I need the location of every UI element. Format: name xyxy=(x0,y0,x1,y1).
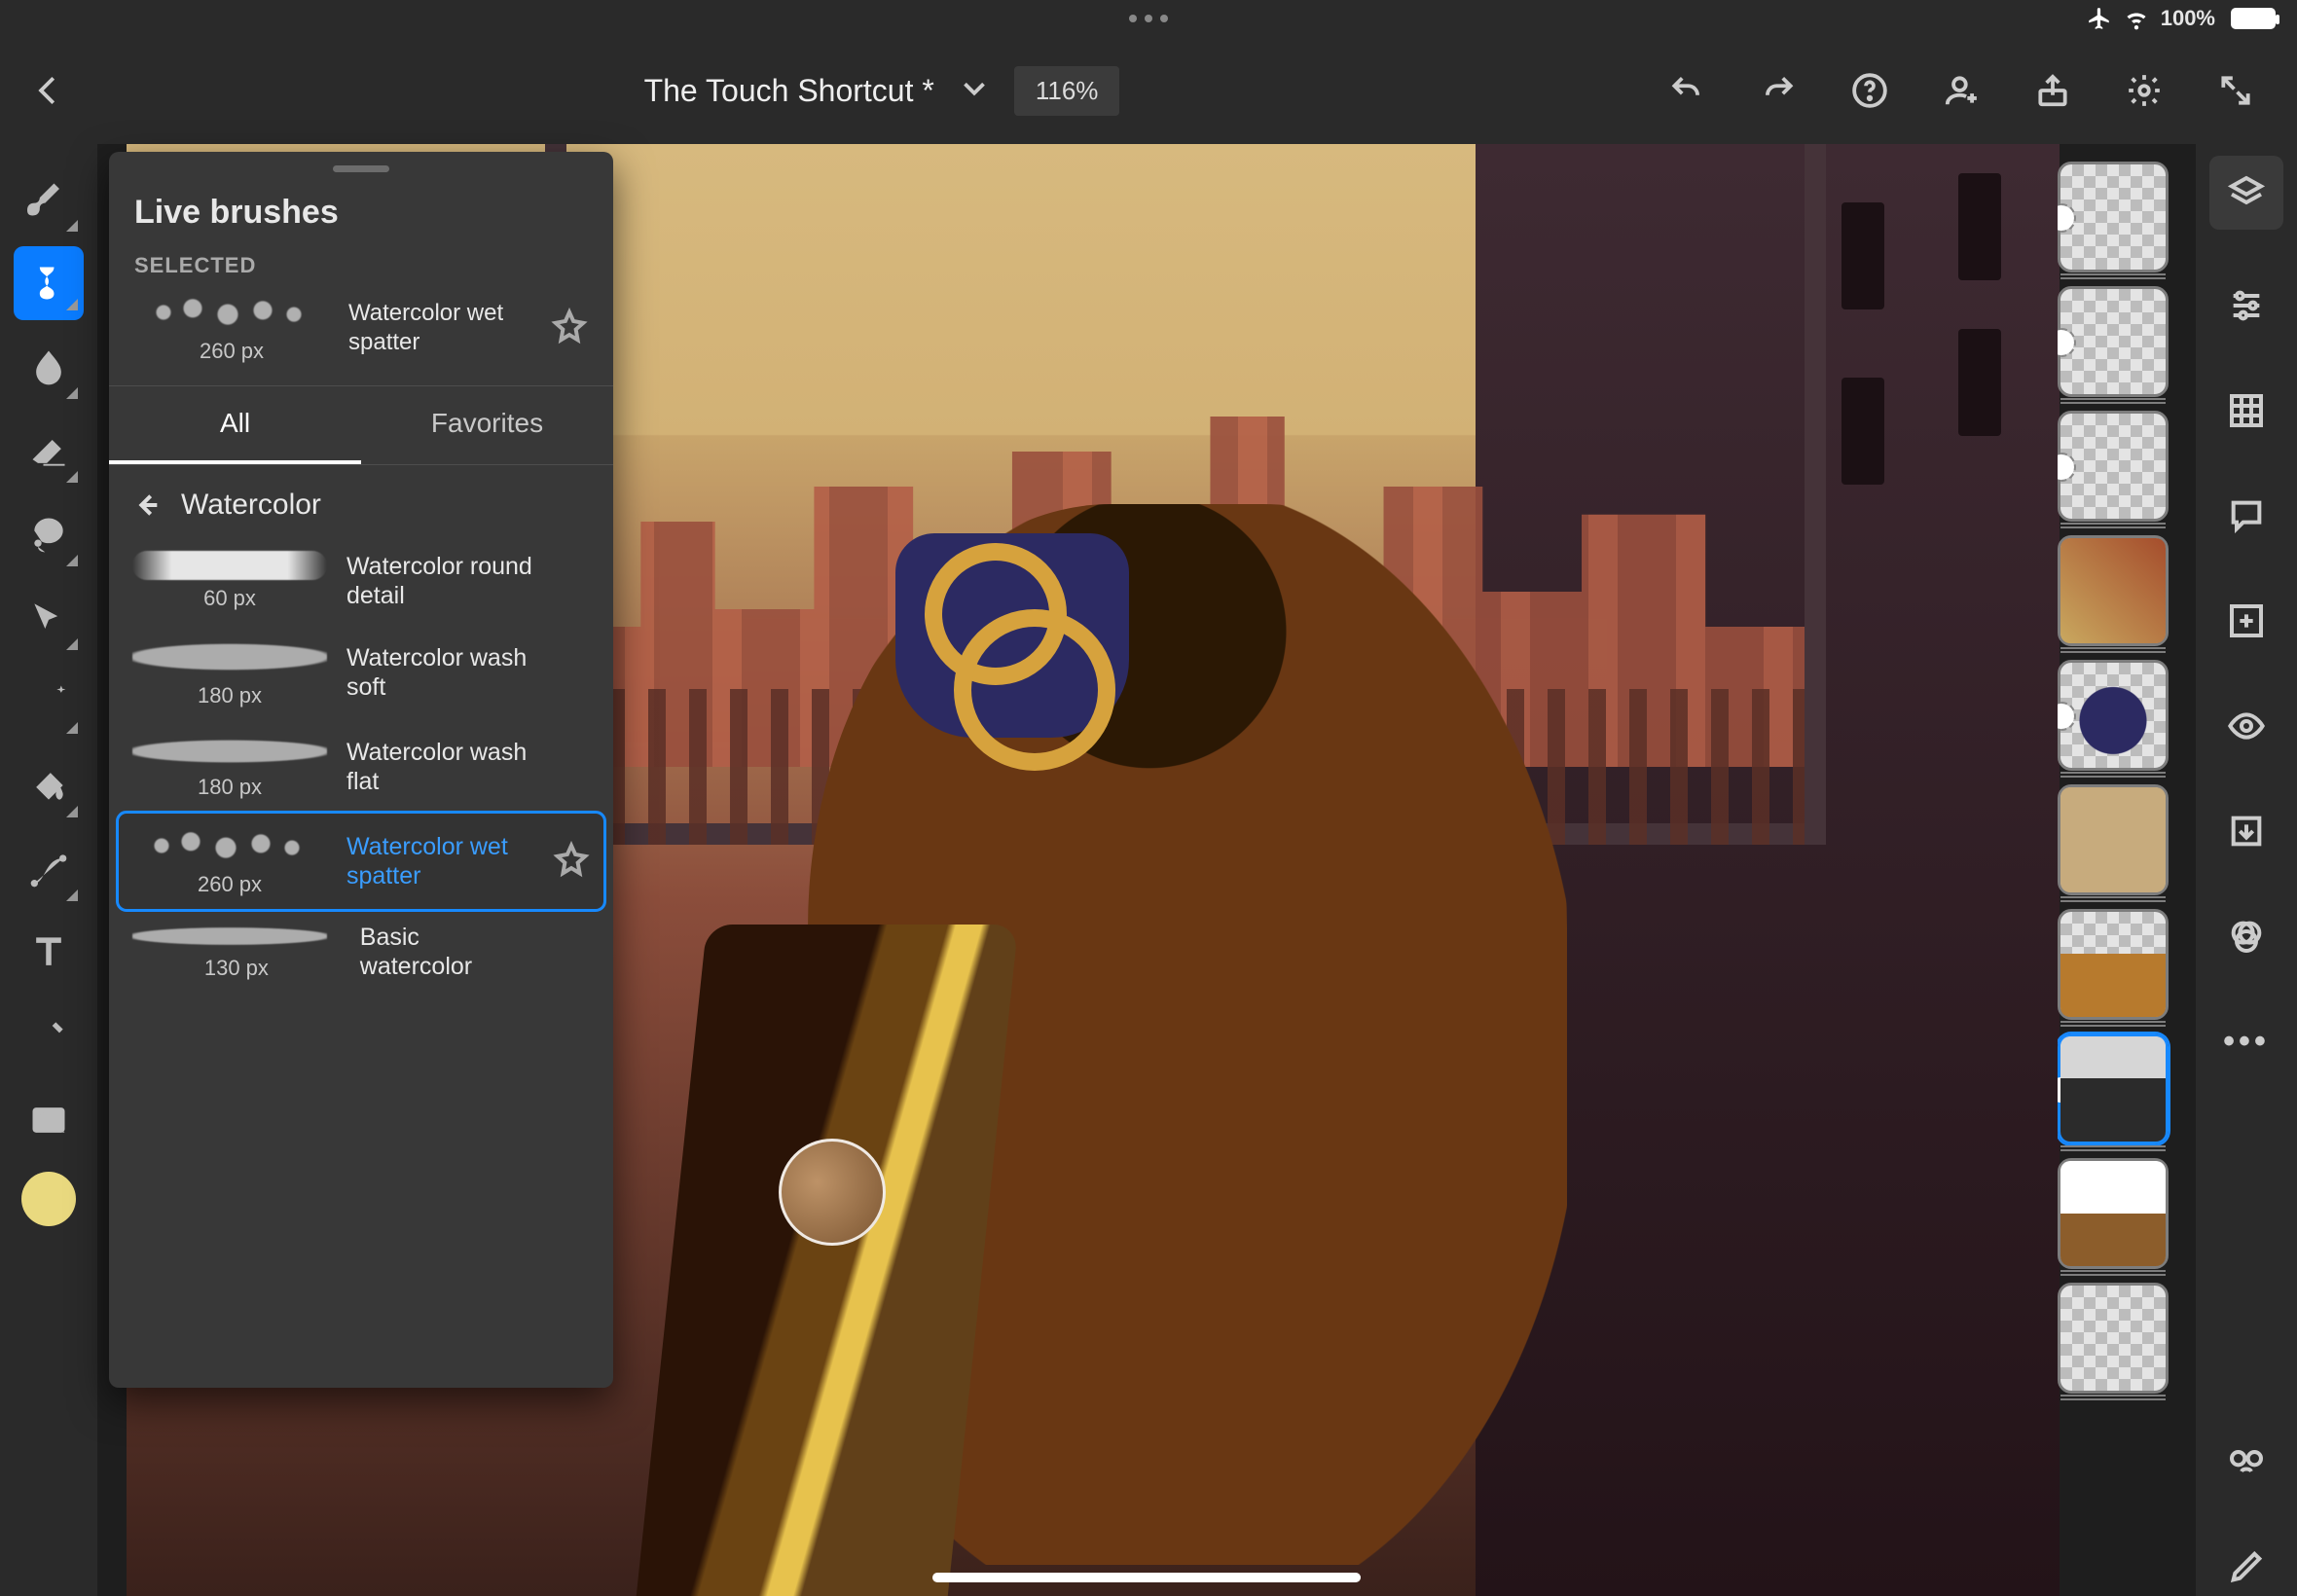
selected-brush-size: 260 px xyxy=(134,339,329,364)
brush-size: 130 px xyxy=(132,956,341,981)
home-indicator xyxy=(932,1573,1361,1582)
panel-grabber[interactable] xyxy=(333,165,389,172)
layer-thumbnail[interactable] xyxy=(2058,286,2169,397)
battery-percentage: 100% xyxy=(2161,6,2215,31)
layer-thumbnail[interactable] xyxy=(2058,784,2169,895)
foreground-color-swatch[interactable] xyxy=(21,1172,76,1226)
brush-name: Watercolor wash flat xyxy=(346,738,533,796)
brush-name: Watercolor wash soft xyxy=(346,643,533,702)
selected-brush-section: SELECTED 260 px Watercolor wet spatter xyxy=(109,253,613,385)
brush-panel: Live brushes SELECTED 260 px Watercolor … xyxy=(109,152,613,1388)
brush-size: 60 px xyxy=(132,586,327,611)
brush-preview xyxy=(132,825,327,866)
tab-favorites[interactable]: Favorites xyxy=(361,386,613,464)
selected-brush-name: Watercolor wet spatter xyxy=(348,299,531,357)
brush-size: 260 px xyxy=(132,872,327,897)
layer-thumbnail[interactable] xyxy=(2058,411,2169,522)
brush-item[interactable]: 260 px Watercolor wet spatter xyxy=(119,814,603,909)
layer-properties-button[interactable] xyxy=(2217,276,2276,335)
eraser-tool[interactable] xyxy=(14,409,84,492)
redo-button[interactable] xyxy=(1758,70,1799,111)
brush-item[interactable]: 180 px Watercolor wash soft xyxy=(119,625,603,720)
layer-thumbnail[interactable] xyxy=(2058,1283,2169,1394)
smudge-tool[interactable] xyxy=(14,325,84,409)
touch-shortcut-indicator[interactable] xyxy=(779,1139,886,1246)
layer-thumbnail[interactable] xyxy=(2058,909,2169,1020)
right-property-rail: ••• xyxy=(2196,144,2297,1596)
layer-thumbnail[interactable] xyxy=(2058,162,2169,272)
brush-preview xyxy=(132,636,327,677)
multitask-dots-icon xyxy=(1129,15,1168,22)
favorite-star-icon[interactable] xyxy=(553,841,590,883)
eyedropper-tool[interactable] xyxy=(14,995,84,1078)
comments-button[interactable] xyxy=(2217,487,2276,545)
grid-button[interactable] xyxy=(2217,381,2276,440)
settings-button[interactable] xyxy=(2124,70,2165,111)
left-tool-rail xyxy=(0,144,97,1596)
brush-item[interactable]: 60 px Watercolor round detail xyxy=(119,539,603,623)
brush-name: Watercolor wet spatter xyxy=(346,832,533,890)
brush-size: 180 px xyxy=(132,683,327,708)
brush-category: Watercolor xyxy=(181,489,321,522)
magic-wand-tool[interactable] xyxy=(14,660,84,744)
visibility-button[interactable] xyxy=(2217,697,2276,755)
add-layer-button[interactable] xyxy=(2217,592,2276,650)
tab-all[interactable]: All xyxy=(109,386,361,464)
document-menu-chevron-icon[interactable] xyxy=(956,70,993,112)
brush-item[interactable]: 180 px Watercolor wash flat xyxy=(119,722,603,812)
edit-button[interactable] xyxy=(2217,1538,2276,1596)
layers-strip[interactable] xyxy=(2058,162,2178,1578)
back-arrow-icon xyxy=(132,490,164,521)
place-image-tool[interactable] xyxy=(14,1078,84,1162)
import-button[interactable] xyxy=(2217,802,2276,860)
layer-thumbnail[interactable] xyxy=(2058,535,2169,646)
layer-thumbnail[interactable] xyxy=(2058,1158,2169,1269)
text-tool[interactable] xyxy=(14,911,84,995)
brush-tabs: All Favorites xyxy=(109,386,613,464)
brush-preview xyxy=(132,551,327,580)
app-title-bar: The Touch Shortcut * 116% xyxy=(0,37,2297,144)
wifi-icon xyxy=(2124,6,2149,31)
invite-button[interactable] xyxy=(1941,70,1982,111)
fill-tool[interactable] xyxy=(14,744,84,827)
favorite-star-icon[interactable] xyxy=(551,308,588,349)
link-button[interactable] xyxy=(2217,1433,2276,1491)
layer-thumbnail[interactable] xyxy=(2058,1034,2169,1144)
battery-icon xyxy=(2231,8,2276,29)
brush-tool[interactable] xyxy=(14,158,84,241)
selected-brush-preview xyxy=(134,292,329,333)
brush-category-breadcrumb[interactable]: Watercolor xyxy=(109,465,613,535)
document-title[interactable]: The Touch Shortcut * xyxy=(644,73,934,109)
back-button[interactable] xyxy=(0,37,97,144)
shape-tool[interactable] xyxy=(14,827,84,911)
more-options-button[interactable]: ••• xyxy=(2217,1012,2276,1070)
brush-preview xyxy=(132,923,327,950)
brush-list: 60 px Watercolor round detail 180 px Wat… xyxy=(109,535,613,997)
selected-label: SELECTED xyxy=(134,253,588,278)
share-button[interactable] xyxy=(2032,70,2073,111)
lasso-tool[interactable] xyxy=(14,492,84,576)
undo-button[interactable] xyxy=(1666,70,1707,111)
ios-status-bar: 100% xyxy=(0,0,2297,37)
layer-thumbnail[interactable] xyxy=(2058,660,2169,771)
brush-name: Basic watercolor xyxy=(360,923,533,981)
move-tool[interactable] xyxy=(14,576,84,660)
airplane-mode-icon xyxy=(2087,6,2112,31)
brush-preview xyxy=(132,734,327,769)
panel-title: Live brushes xyxy=(109,180,613,253)
help-button[interactable] xyxy=(1849,70,1890,111)
zoom-level[interactable]: 116% xyxy=(1014,66,1120,116)
brush-name: Watercolor round detail xyxy=(346,552,533,610)
brush-item[interactable]: 130 px Basic watercolor xyxy=(119,911,603,993)
color-adjust-button[interactable] xyxy=(2217,907,2276,965)
brush-size: 180 px xyxy=(132,775,327,800)
layers-panel-button[interactable] xyxy=(2209,156,2283,230)
fullscreen-button[interactable] xyxy=(2215,70,2256,111)
live-brush-tool[interactable] xyxy=(14,246,84,320)
